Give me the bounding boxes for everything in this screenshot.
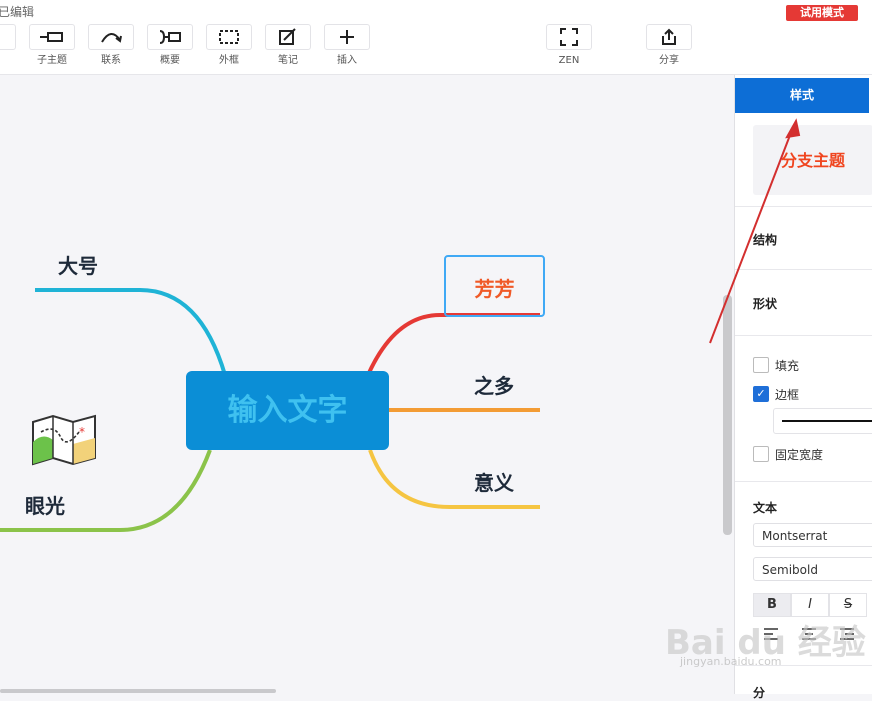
toolbar-note-button[interactable]: 笔记: [265, 24, 311, 67]
vertical-scrollbar[interactable]: [723, 295, 732, 535]
divider: [735, 335, 872, 336]
font-weight-select[interactable]: Semibold: [753, 557, 872, 581]
toolbar-summary-button[interactable]: 概要: [147, 24, 193, 67]
topic-icon: [0, 31, 2, 43]
fullscreen-icon: [560, 28, 578, 46]
relationship-icon: [101, 33, 122, 43]
divider: [735, 206, 872, 207]
branch-topic-dahao[interactable]: 大号: [58, 250, 98, 279]
border-line-select[interactable]: [773, 408, 872, 434]
toolbar: 已编辑 试用模式 题 子主题 联系 概要 外框 笔记 插入 ZEN 分享: [0, 0, 872, 75]
branch-topic-yanguang[interactable]: 眼光: [25, 490, 65, 519]
shape-label[interactable]: 形状: [753, 295, 777, 312]
watermark-url: jingyan.baidu.com: [680, 655, 782, 668]
italic-button[interactable]: I: [791, 593, 829, 617]
branch-topic-yiyi[interactable]: 意义: [474, 467, 514, 496]
branch-section-label: 分: [753, 686, 766, 700]
fill-label: 填充: [775, 359, 800, 373]
summary-icon: [159, 30, 181, 44]
edit-status: 已编辑: [0, 5, 35, 19]
line-preview: [782, 420, 872, 422]
horizontal-scrollbar[interactable]: [0, 689, 276, 693]
structure-label[interactable]: 结构: [753, 231, 777, 248]
boundary-icon: [219, 30, 239, 44]
plus-icon: [340, 30, 354, 44]
toolbar-zen-button[interactable]: ZEN: [546, 24, 592, 67]
check-icon: ✓: [756, 387, 766, 400]
fixed-width-checkbox[interactable]: [753, 446, 769, 462]
share-icon: [662, 28, 676, 45]
toolbar-topic-button[interactable]: 题: [0, 24, 16, 67]
divider: [735, 481, 872, 482]
toolbar-boundary-button[interactable]: 外框: [206, 24, 252, 67]
central-topic[interactable]: 输入文字: [186, 371, 389, 450]
branch-topic-fangfang: 芳芳: [474, 277, 515, 301]
fixed-width-label: 固定宽度: [775, 448, 824, 462]
map-icon[interactable]: *: [31, 414, 97, 466]
svg-text:*: *: [79, 425, 85, 439]
style-panel: 样式 分支主题 结构 形状 填充 ✓ 边框 固定宽度 文本 Montserrat…: [734, 75, 872, 700]
tab-style[interactable]: 样式: [735, 78, 869, 113]
toolbar-subtopic-button[interactable]: 子主题: [29, 24, 75, 67]
text-section-label: 文本: [753, 501, 778, 515]
style-preview: 分支主题: [753, 125, 872, 195]
strikethrough-button[interactable]: S: [829, 593, 867, 617]
preview-label: 分支主题: [781, 151, 846, 170]
subtopic-icon: [40, 32, 63, 42]
note-icon: [279, 28, 296, 45]
toolbar-relationship-button[interactable]: 联系: [88, 24, 134, 67]
toolbar-insert-button[interactable]: 插入: [324, 24, 370, 67]
selected-branch-topic[interactable]: 芳芳: [444, 255, 545, 317]
fill-checkbox[interactable]: [753, 357, 769, 373]
divider: [735, 269, 872, 270]
trial-mode-badge[interactable]: 试用模式: [786, 5, 858, 21]
font-family-select[interactable]: Montserrat: [753, 523, 872, 547]
border-label: 边框: [775, 388, 800, 402]
branch-topic-zhiduo[interactable]: 之多: [474, 370, 514, 399]
bold-button[interactable]: B: [753, 593, 791, 617]
border-checkbox[interactable]: ✓: [753, 386, 769, 402]
toolbar-share-button[interactable]: 分享: [646, 24, 692, 67]
